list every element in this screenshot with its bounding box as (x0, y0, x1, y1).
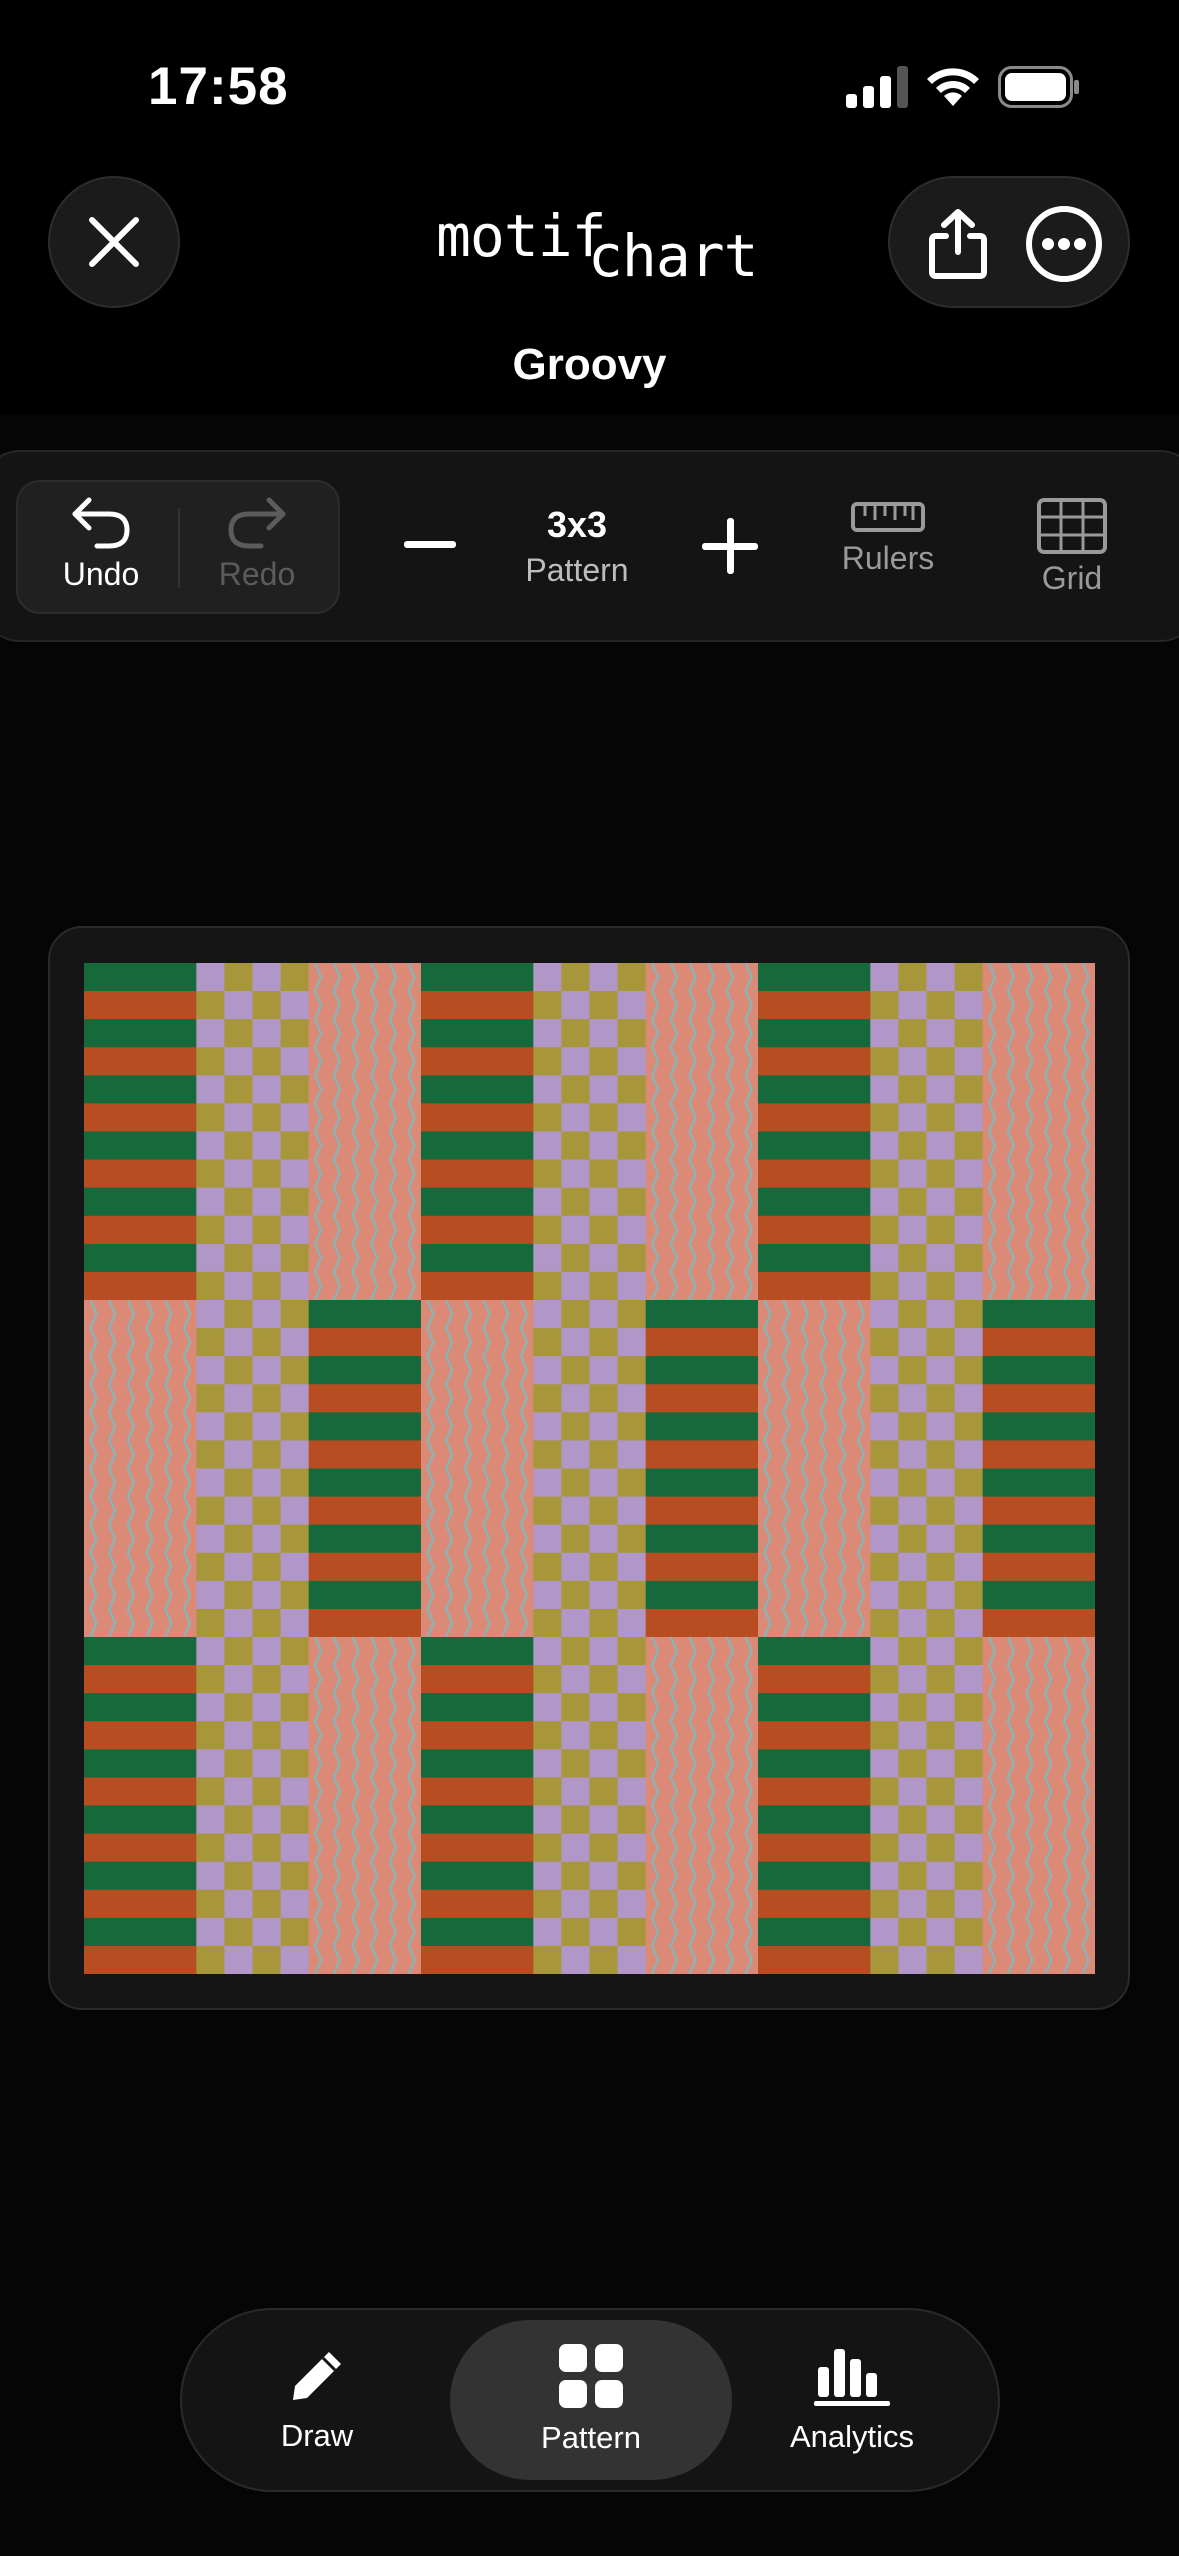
grid-toggle[interactable]: Grid (1012, 498, 1132, 597)
tab-analytics-label: Analytics (789, 2419, 915, 2454)
rulers-toggle[interactable]: Rulers (818, 498, 958, 577)
cellular-signal-icon (846, 66, 908, 108)
grid-label: Grid (1041, 560, 1103, 596)
status-bar: 17:58 (0, 0, 1179, 160)
motif-cell-checks (196, 1637, 310, 1974)
pattern-canvas[interactable] (84, 963, 1095, 1974)
motif-cell-stripes (758, 963, 871, 1301)
motif-cell-waves (982, 963, 1095, 1301)
header-actions (888, 176, 1130, 308)
document-title: Groovy (512, 340, 667, 389)
motif-cell-stripes (421, 1637, 534, 1974)
logo-chart: chart (588, 222, 759, 290)
tab-draw[interactable]: Draw (242, 2320, 392, 2480)
undo-redo-divider (178, 508, 180, 588)
motif-cell-checks (196, 963, 310, 1301)
minus-icon (404, 541, 456, 548)
undo-icon (72, 497, 130, 549)
rulers-label: Rulers (841, 540, 935, 576)
app-logo: motif chart (436, 202, 759, 292)
logo-motif: motif (436, 202, 607, 270)
tab-draw-label: Draw (280, 2418, 354, 2453)
motif-cell-stripes (982, 1300, 1095, 1638)
undo-redo-group: Undo Redo (16, 480, 340, 614)
pencil-icon (293, 2352, 341, 2400)
pattern-size-label: Pattern (525, 552, 629, 588)
redo-label: Redo (218, 556, 296, 592)
wifi-icon (927, 68, 979, 106)
bar-chart-icon (814, 2349, 890, 2406)
motif-cell-stripes (308, 1300, 422, 1638)
motif-cell-waves (84, 1299, 197, 1638)
status-time: 17:58 (148, 57, 289, 116)
motif-cell-stripes (84, 963, 197, 1301)
motif-cell-stripes (84, 1637, 197, 1974)
battery-icon (998, 66, 1079, 108)
motif-cell-checks (870, 1637, 984, 1974)
motif-cell-waves (308, 963, 422, 1301)
redo-icon (228, 497, 286, 549)
motif-cell-stripes (421, 963, 534, 1301)
header: motif chart Groovy (0, 160, 1179, 414)
motif-cell-waves (982, 1636, 1095, 1974)
motif-cell-waves (645, 963, 759, 1301)
tab-analytics[interactable]: Analytics (752, 2320, 952, 2480)
tab-pattern-label: Pattern (541, 2420, 641, 2455)
motif-cell-checks (533, 963, 647, 1301)
redo-button[interactable]: Redo (182, 494, 332, 593)
undo-button[interactable]: Undo (26, 494, 176, 593)
more-icon (1026, 206, 1102, 282)
share-icon (929, 209, 987, 279)
motif-cell-checks (870, 963, 984, 1301)
plus-icon (702, 518, 758, 574)
toolbar: Undo Redo 3x3 Pattern Rulers Grid (0, 450, 1179, 642)
tab-pattern[interactable]: Pattern (450, 2320, 732, 2480)
grid-icon (1037, 498, 1107, 554)
motif-cell-checks (196, 1300, 310, 1638)
motif-cell-waves (308, 1636, 422, 1974)
pattern-size-value: 3x3 (546, 504, 608, 545)
share-button[interactable] (910, 196, 1006, 292)
pattern-grid-icon (559, 2344, 623, 2408)
motif-cell-waves (758, 1299, 871, 1638)
pattern-size-display: 3x3 Pattern (492, 504, 662, 589)
close-icon (89, 217, 139, 267)
increase-pattern-button[interactable] (694, 510, 766, 582)
bottom-tab-bar: Draw Pattern Analytics (180, 2308, 1000, 2492)
motif-cell-waves (421, 1299, 534, 1638)
undo-label: Undo (62, 556, 140, 592)
motif-cell-stripes (645, 1300, 759, 1638)
motif-cell-checks (533, 1300, 647, 1638)
more-button[interactable] (1016, 196, 1112, 292)
motif-cell-waves (645, 1636, 759, 1974)
motif-cell-checks (533, 1637, 647, 1974)
ruler-icon (851, 502, 925, 532)
close-button[interactable] (48, 176, 180, 308)
decrease-pattern-button[interactable] (398, 514, 462, 578)
motif-cell-stripes (758, 1637, 871, 1974)
motif-cell-checks (870, 1300, 984, 1638)
